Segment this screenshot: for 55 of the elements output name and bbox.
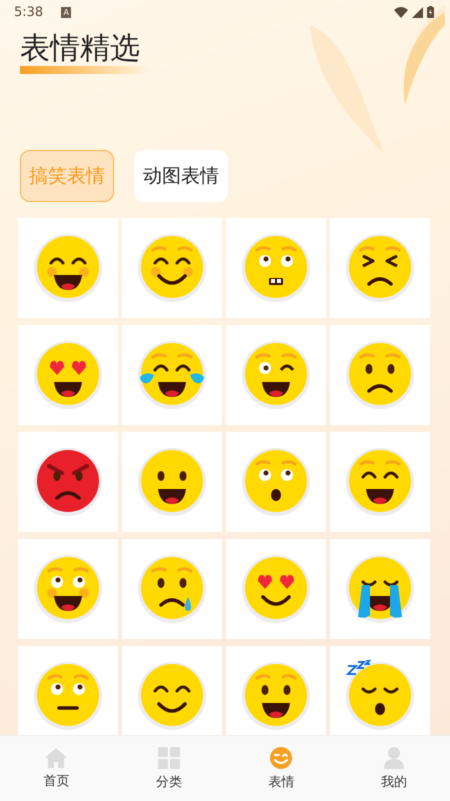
emoji-icon — [240, 232, 312, 304]
emoji-icon — [32, 339, 104, 411]
sticker-tile[interactable] — [18, 646, 118, 735]
sticker-tile[interactable] — [122, 325, 222, 425]
person-icon — [384, 746, 404, 768]
sticker-tile[interactable] — [18, 432, 118, 532]
sticker-tile[interactable] — [226, 539, 326, 639]
sticker-tile[interactable] — [122, 432, 222, 532]
sticker-tile[interactable] — [226, 218, 326, 318]
emoji-icon — [32, 446, 104, 518]
nav-tab[interactable]: 我的 — [338, 736, 450, 801]
sticker-tile[interactable] — [18, 325, 118, 425]
emoji-icon — [136, 446, 208, 518]
emoji-icon — [344, 446, 416, 518]
sticker-tile[interactable] — [122, 646, 222, 735]
battery-icon — [427, 6, 434, 18]
grid-icon — [158, 746, 180, 768]
emoji-icon — [136, 232, 208, 304]
home-icon — [45, 748, 68, 768]
sticker-tile[interactable] — [330, 218, 430, 318]
emoji-icon — [344, 232, 416, 304]
nav-tab[interactable]: 分类 — [112, 736, 225, 801]
status-time: 5:38 — [14, 4, 44, 20]
sticker-tile[interactable] — [226, 325, 326, 425]
emoji-icon — [32, 660, 104, 732]
sticker-tile[interactable] — [226, 432, 326, 532]
sticker-tile[interactable] — [330, 539, 430, 639]
sticker-tile[interactable] — [122, 218, 222, 318]
sticker-tile[interactable] — [330, 325, 430, 425]
nav-tab[interactable]: 首页 — [0, 736, 112, 801]
sticker-tile[interactable] — [122, 539, 222, 639]
signal-icon — [412, 6, 423, 18]
emoji-icon — [136, 339, 208, 411]
sticker-tile[interactable] — [18, 218, 118, 318]
emoji-icon — [136, 553, 208, 625]
emoji-icon — [344, 553, 416, 625]
emoji-icon — [344, 339, 416, 411]
sticker-tile[interactable] — [226, 646, 326, 735]
emoji-icon — [32, 553, 104, 625]
emoji-icon — [136, 660, 208, 732]
emoji-icon — [344, 660, 416, 732]
notification-icon: A — [61, 6, 72, 18]
smiley-icon — [270, 746, 292, 768]
nav-tab[interactable]: 表情 — [225, 736, 338, 801]
emoji-icon — [240, 553, 312, 625]
sticker-tile[interactable] — [18, 539, 118, 639]
page-title: 表情精选 — [20, 32, 141, 66]
category-tab[interactable]: 动图表情 — [134, 150, 228, 202]
emoji-icon — [240, 660, 312, 732]
emoji-icon — [32, 232, 104, 304]
sticker-tile[interactable] — [330, 646, 430, 735]
wifi-icon — [394, 6, 408, 18]
sticker-tile[interactable] — [330, 432, 430, 532]
emoji-icon — [240, 446, 312, 518]
emoji-icon — [240, 339, 312, 411]
